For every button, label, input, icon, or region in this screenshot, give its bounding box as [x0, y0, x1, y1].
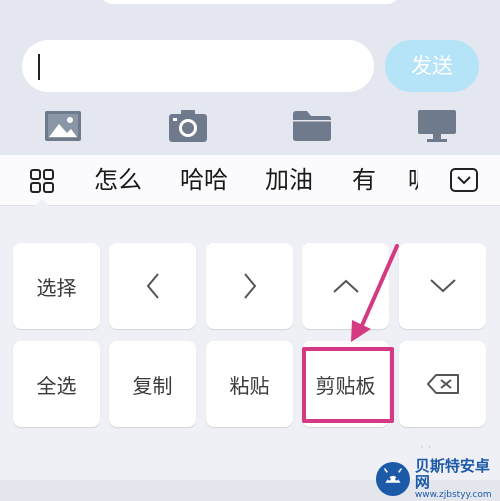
candidate-word[interactable]: 怎么	[94, 163, 142, 197]
watermark-url: www.zjbstyy.com	[414, 489, 492, 500]
message-input[interactable]	[22, 40, 374, 92]
cursor-down-key[interactable]	[399, 243, 486, 329]
copy-key-label: 复制	[132, 373, 173, 398]
previous-message-bubble	[100, 0, 400, 4]
backspace-icon	[426, 374, 459, 394]
select-key[interactable]: 选择	[13, 243, 100, 329]
scroll-dots: · ·	[420, 440, 432, 454]
cursor-left-key[interactable]	[109, 243, 196, 329]
chevron-right-icon	[243, 273, 256, 299]
paste-key-label: 粘贴	[229, 373, 270, 398]
candidate-partial-text: 呢	[408, 163, 418, 197]
watermark-text: 贝斯特安卓网 www.zjbstyy.com	[415, 458, 500, 501]
folder-icon	[293, 111, 331, 141]
send-button[interactable]: 发送	[385, 40, 479, 92]
computer-button[interactable]	[417, 108, 457, 144]
select-all-key-label: 全选	[36, 373, 77, 398]
cursor-up-key[interactable]	[302, 243, 389, 329]
copy-key[interactable]: 复制	[109, 341, 196, 427]
watermark-logo	[375, 461, 410, 497]
candidate-word[interactable]: 有	[352, 163, 376, 197]
folder-button[interactable]	[292, 108, 332, 144]
chevron-left-icon	[146, 273, 159, 299]
select-key-label: 选择	[36, 275, 77, 300]
text-caret	[38, 54, 40, 80]
image-button[interactable]	[43, 108, 83, 144]
candidate-pointer	[35, 199, 49, 206]
site-watermark: 贝斯特安卓网 www.zjbstyy.com	[375, 458, 500, 500]
candidate-bar: 怎么 哈哈 加油 有 呢	[0, 155, 500, 206]
cursor-right-key[interactable]	[206, 243, 293, 329]
image-icon	[45, 111, 81, 141]
grid-menu-icon[interactable]	[30, 169, 54, 193]
chevron-down-icon	[429, 279, 456, 293]
camera-button[interactable]	[168, 108, 208, 144]
computer-icon	[418, 110, 456, 142]
compose-area: 发送	[0, 0, 500, 155]
backspace-key[interactable]	[399, 341, 486, 427]
select-all-key[interactable]: 全选	[13, 341, 100, 427]
camera-icon	[169, 110, 207, 142]
candidate-word[interactable]: 加油	[265, 163, 313, 197]
watermark-title: 贝斯特安卓网	[414, 456, 490, 491]
chevron-up-icon	[332, 279, 359, 293]
keyboard-collapse-icon[interactable]	[450, 168, 478, 192]
paste-key[interactable]: 粘贴	[206, 341, 293, 427]
clipboard-highlight-box	[302, 347, 394, 423]
candidate-word-partial[interactable]: 呢	[408, 163, 418, 197]
candidate-word[interactable]: 哈哈	[180, 163, 228, 197]
